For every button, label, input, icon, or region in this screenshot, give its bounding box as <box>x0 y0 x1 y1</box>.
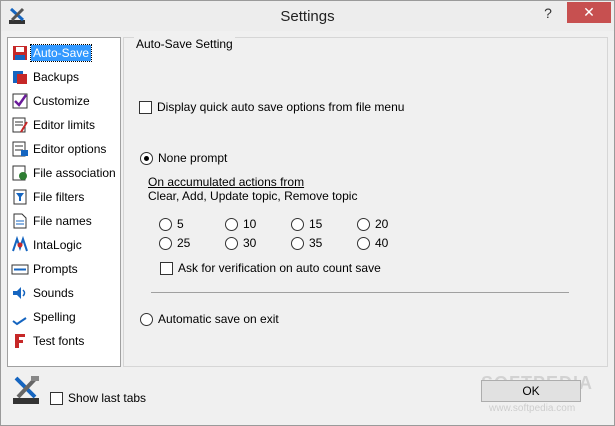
accumulated-label: On accumulated actions from <box>148 175 305 189</box>
sidebar-item-test-fonts[interactable]: Test fonts <box>8 330 120 352</box>
sidebar-item-label: Spelling <box>33 310 76 324</box>
sidebar-item-spelling[interactable]: Spelling <box>8 306 120 328</box>
intalogic-icon <box>12 236 28 252</box>
sidebar-item-label: File association <box>33 166 116 180</box>
radio-circle[interactable] <box>357 236 370 250</box>
radio-circle[interactable] <box>159 217 172 231</box>
ok-button[interactable]: OK <box>481 380 581 402</box>
backup-icon <box>13 71 27 84</box>
tools-icon <box>13 376 39 404</box>
count-radio-5[interactable]: 5 <box>159 217 184 231</box>
checkmark-icon <box>12 93 28 109</box>
count-radio-30[interactable]: 30 <box>225 236 256 250</box>
sidebar-item-label: Prompts <box>33 262 78 276</box>
count-radio-40[interactable]: 40 <box>357 236 388 250</box>
sidebar-item-label: File names <box>33 214 92 228</box>
sidebar-item-label: Sounds <box>33 286 74 300</box>
sidebar-item-sounds[interactable]: Sounds <box>8 282 120 304</box>
auto-save-exit-label: Automatic save on exit <box>158 312 279 326</box>
file-names-icon <box>13 213 27 229</box>
checkbox-box[interactable] <box>139 100 152 114</box>
file-association-icon <box>12 165 27 181</box>
sidebar-item-auto-save[interactable]: Auto-Save <box>8 42 120 64</box>
separator <box>151 292 569 293</box>
count-label: 30 <box>243 236 257 250</box>
watermark-url: www.softpedia.com <box>489 403 576 414</box>
editor-options-icon <box>12 141 28 157</box>
count-radio-20[interactable]: 20 <box>357 217 388 231</box>
window-title: Settings <box>280 8 335 25</box>
radio-circle[interactable] <box>291 236 304 250</box>
close-button[interactable]: ✕ <box>567 2 611 23</box>
prompts-icon <box>11 264 29 275</box>
sidebar-item-label: IntaLogic <box>33 238 82 252</box>
editor-limits-icon <box>12 117 28 133</box>
auto-save-exit-radio[interactable]: Automatic save on exit <box>140 312 279 326</box>
speaker-icon <box>13 287 26 299</box>
display-quick-options-checkbox[interactable]: Display quick auto save options from fil… <box>139 100 404 114</box>
settings-sidebar: Auto-Save Backups Customize Editor limit… <box>7 37 121 367</box>
count-label: 40 <box>375 236 389 250</box>
title-bar: Settings ? ✕ <box>1 1 614 31</box>
none-prompt-label: None prompt <box>158 151 228 165</box>
none-prompt-radio[interactable]: None prompt <box>140 151 227 165</box>
auto-save-panel: Auto-Save Setting Display quick auto sav… <box>123 37 608 367</box>
ask-verification-checkbox[interactable]: Ask for verification on auto count save <box>160 261 381 275</box>
display-quick-options-label: Display quick auto save options from fil… <box>157 100 405 114</box>
show-last-tabs-label: Show last tabs <box>68 391 147 405</box>
font-icon <box>15 334 25 348</box>
count-radio-15[interactable]: 15 <box>291 217 322 231</box>
sidebar-item-backups[interactable]: Backups <box>8 66 120 88</box>
settings-window: Settings ? ✕ Auto-Save Backups Customize… <box>0 0 615 426</box>
count-label: 5 <box>177 217 184 231</box>
count-label: 10 <box>243 217 257 231</box>
checkbox-box[interactable] <box>50 391 63 405</box>
accumulated-description: Clear, Add, Update topic, Remove topic <box>148 189 358 203</box>
sidebar-item-label: Test fonts <box>33 334 85 348</box>
sidebar-item-label: Backups <box>33 70 80 84</box>
count-radio-25[interactable]: 25 <box>159 236 190 250</box>
radio-circle[interactable] <box>225 236 238 250</box>
count-label: 15 <box>309 217 323 231</box>
sidebar-item-label: Customize <box>33 94 90 108</box>
radio-circle[interactable] <box>291 217 304 231</box>
sidebar-item-intalogic[interactable]: IntaLogic <box>8 234 120 256</box>
radio-circle[interactable] <box>140 312 153 326</box>
count-label: 20 <box>375 217 389 231</box>
count-radio-35[interactable]: 35 <box>291 236 322 250</box>
count-radio-10[interactable]: 10 <box>225 217 256 231</box>
count-label: 35 <box>309 236 323 250</box>
file-filters-icon <box>13 189 27 205</box>
ask-verification-label: Ask for verification on auto count save <box>178 261 381 275</box>
floppy-icon <box>13 46 27 60</box>
sidebar-item-label: Editor options <box>33 142 107 156</box>
sidebar-item-editor-options[interactable]: Editor options <box>8 138 120 160</box>
group-title: Auto-Save Setting <box>134 37 235 51</box>
radio-circle[interactable] <box>140 151 153 165</box>
sidebar-item-prompts[interactable]: Prompts <box>8 258 120 280</box>
sidebar-item-file-filters[interactable]: File filters <box>8 186 120 208</box>
sidebar-item-file-association[interactable]: File association <box>8 162 120 184</box>
sidebar-item-label: Auto-Save <box>29 44 93 62</box>
radio-circle[interactable] <box>357 217 370 231</box>
radio-circle[interactable] <box>159 236 172 250</box>
sidebar-item-customize[interactable]: Customize <box>8 90 120 112</box>
count-label: 25 <box>177 236 191 250</box>
sidebar-item-label: File filters <box>33 190 85 204</box>
help-button[interactable]: ? <box>537 5 559 25</box>
sidebar-item-file-names[interactable]: File names <box>8 210 120 232</box>
radio-circle[interactable] <box>225 217 238 231</box>
sidebar-item-editor-limits[interactable]: Editor limits <box>8 114 120 136</box>
sidebar-item-label: Editor limits <box>33 118 96 132</box>
spelling-icon <box>12 311 28 326</box>
checkbox-box[interactable] <box>160 261 173 275</box>
show-last-tabs-checkbox[interactable]: Show last tabs <box>50 391 146 405</box>
